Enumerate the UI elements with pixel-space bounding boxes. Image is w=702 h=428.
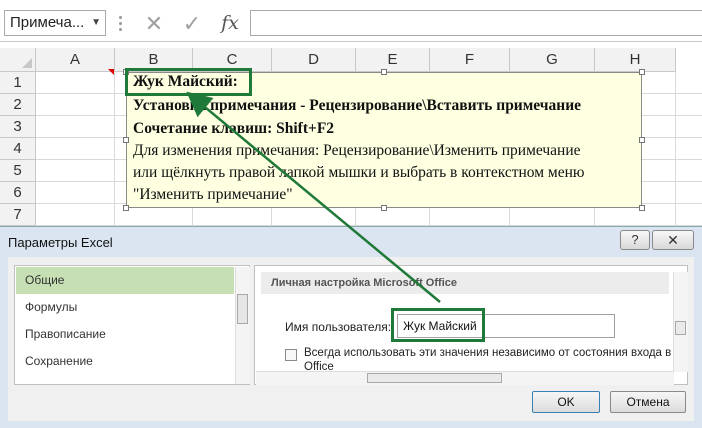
cancel-icon[interactable]: ✕ bbox=[142, 12, 166, 36]
comment-line-1: Установка примечания - Рецензирование\Вс… bbox=[133, 97, 582, 114]
resize-handle[interactable] bbox=[639, 205, 645, 211]
row-header-6[interactable]: 6 bbox=[0, 182, 36, 204]
nav-item-save[interactable]: Сохранение bbox=[16, 348, 234, 375]
user-name-highlight-box bbox=[391, 308, 485, 342]
chevron-down-icon[interactable]: ▼ bbox=[91, 11, 101, 35]
general-options-pane: Личная настройка Microsoft Office Имя по… bbox=[254, 265, 688, 385]
comment-line-4: или щёлкнуть правой лапкой мышки и выбра… bbox=[133, 164, 585, 181]
comment-indicator bbox=[108, 69, 114, 75]
close-button[interactable]: ✕ bbox=[652, 230, 694, 250]
scrollbar-thumb[interactable] bbox=[675, 321, 686, 335]
dialog-title: Параметры Excel bbox=[8, 235, 113, 250]
column-grid-line bbox=[675, 72, 676, 228]
scrollbar-thumb[interactable] bbox=[237, 294, 248, 324]
row-header-4[interactable]: 4 bbox=[0, 138, 36, 160]
resize-handle[interactable] bbox=[123, 137, 129, 143]
resize-handle[interactable] bbox=[381, 69, 387, 75]
formula-input[interactable] bbox=[250, 10, 702, 36]
resize-handle[interactable] bbox=[639, 137, 645, 143]
column-header-a[interactable]: A bbox=[36, 48, 115, 72]
resize-handle[interactable] bbox=[123, 205, 129, 211]
comment-line-2: Сочетание клавиш: Shift+F2 bbox=[133, 120, 335, 137]
column-header-e[interactable]: E bbox=[356, 48, 430, 72]
column-grid-line bbox=[114, 72, 115, 228]
user-name-label: Имя пользователя: bbox=[285, 320, 392, 334]
enter-icon[interactable]: ✓ bbox=[180, 12, 204, 36]
always-use-label: Всегда использовать эти значения независ… bbox=[304, 347, 672, 373]
row-header-5[interactable]: 5 bbox=[0, 160, 36, 182]
column-header-h[interactable]: H bbox=[595, 48, 676, 72]
column-header-f[interactable]: F bbox=[430, 48, 510, 72]
comment-line-5: "Изменить примечание" bbox=[133, 186, 293, 203]
nav-item-formulas[interactable]: Формулы bbox=[16, 294, 234, 321]
nav-item-general[interactable]: Общие bbox=[16, 267, 234, 294]
formula-bar: Примеча... ▼ ✕ ✓ fx bbox=[0, 0, 702, 42]
nav-item-proofing[interactable]: Правописание bbox=[16, 321, 234, 348]
always-use-checkbox[interactable] bbox=[285, 349, 297, 361]
options-category-list: Общие Формулы Правописание Сохранение bbox=[14, 265, 250, 385]
ok-button[interactable]: OK bbox=[532, 391, 600, 413]
section-header: Личная настройка Microsoft Office bbox=[261, 272, 669, 294]
author-highlight-box bbox=[125, 68, 252, 96]
insert-function-icon[interactable]: fx bbox=[216, 10, 244, 36]
scrollbar-thumb[interactable] bbox=[367, 373, 502, 383]
row-header-7[interactable]: 7 bbox=[0, 204, 36, 226]
select-all-corner[interactable] bbox=[0, 48, 36, 72]
cancel-button[interactable]: Отмена bbox=[610, 391, 686, 413]
name-box-value: Примеча... bbox=[10, 14, 85, 31]
row-header-1[interactable]: 1 bbox=[0, 72, 36, 94]
row-header-3[interactable]: 3 bbox=[0, 116, 36, 138]
excel-options-dialog: Параметры Excel ? ✕ Общие Формулы Правоп… bbox=[0, 226, 702, 428]
resize-handle[interactable] bbox=[381, 205, 387, 211]
vertical-scrollbar[interactable] bbox=[235, 267, 250, 384]
formula-bar-grip bbox=[119, 12, 122, 36]
column-header-g[interactable]: G bbox=[510, 48, 595, 72]
help-button[interactable]: ? bbox=[620, 230, 650, 250]
name-box[interactable]: Примеча... ▼ bbox=[4, 10, 106, 36]
column-header-d[interactable]: D bbox=[272, 48, 356, 72]
comment-line-3: Для изменения примечания: Рецензирование… bbox=[133, 142, 581, 159]
dialog-body: Общие Формулы Правописание Сохранение Ли… bbox=[8, 257, 694, 421]
row-header-2[interactable]: 2 bbox=[0, 94, 36, 116]
resize-handle[interactable] bbox=[639, 69, 645, 75]
